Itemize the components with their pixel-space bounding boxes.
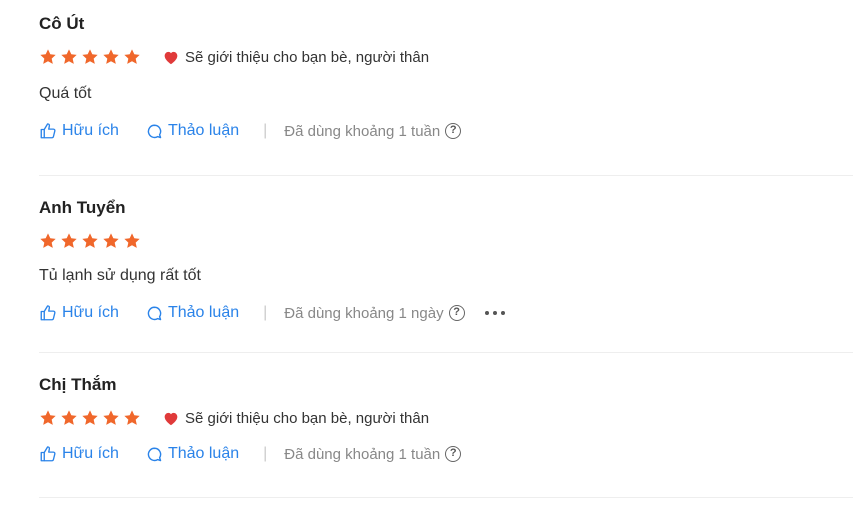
star-rating bbox=[39, 48, 141, 66]
heart-icon bbox=[164, 51, 178, 64]
helpful-label: Hữu ích bbox=[62, 122, 119, 139]
reviewer-name: Chị Thắm bbox=[39, 375, 117, 394]
review-header: Anh Tuyển bbox=[39, 196, 853, 220]
question-circle-icon[interactable]: ? bbox=[448, 305, 465, 321]
review-header: Chị Thắm bbox=[39, 373, 853, 397]
star-icon bbox=[103, 49, 119, 64]
question-circle-icon[interactable]: ? bbox=[445, 123, 462, 139]
star-icon bbox=[40, 233, 56, 248]
question-circle-icon[interactable]: ? bbox=[445, 446, 462, 462]
discuss-button[interactable]: Thảo luận bbox=[146, 445, 239, 463]
review-content: Quá tốt bbox=[39, 85, 92, 102]
review-item: Chị Thắm Sẽ giới thiệu cho bạn bè, người… bbox=[39, 373, 853, 465]
action-separator: | bbox=[263, 445, 268, 462]
recommend-text: Sẽ giới thiệu cho bạn bè, người thân bbox=[185, 409, 430, 427]
helpful-button[interactable]: Hữu ích bbox=[39, 304, 119, 322]
helpful-button[interactable]: Hữu ích bbox=[39, 445, 119, 463]
review-header: Cô Út bbox=[39, 12, 853, 36]
discuss-button[interactable]: Thảo luận bbox=[146, 122, 239, 140]
star-icon bbox=[82, 410, 98, 425]
usage-text: Đã dùng khoảng 1 tuần bbox=[284, 445, 441, 463]
more-options-icon[interactable] bbox=[484, 311, 505, 315]
usage-duration: Đã dùng khoảng 1 ngày ? bbox=[284, 304, 465, 322]
star-icon bbox=[82, 233, 98, 248]
usage-text: Đã dùng khoảng 1 ngày bbox=[284, 304, 444, 322]
review-divider bbox=[39, 352, 853, 353]
rating-row: Sẽ giới thiệu cho bạn bè, người thân bbox=[39, 46, 853, 68]
discuss-label: Thảo luận bbox=[167, 122, 240, 139]
reviewer-name: Anh Tuyển bbox=[39, 198, 126, 217]
star-icon bbox=[124, 49, 140, 64]
review-actions: Hữu ích Thảo luận | Đã dùng khoảng 1 tuầ… bbox=[39, 120, 853, 142]
rating-row: Sẽ giới thiệu cho bạn bè, người thân bbox=[39, 407, 853, 429]
recommend-tag: Sẽ giới thiệu cho bạn bè, người thân bbox=[163, 49, 429, 66]
star-icon bbox=[124, 410, 140, 425]
reviews-page: Cô Út Sẽ giới thiệu cho bạn bè, người th… bbox=[0, 0, 853, 521]
helpful-label: Hữu ích bbox=[62, 445, 119, 462]
review-actions: Hữu ích Thảo luận | Đã dùng khoảng 1 tuầ… bbox=[39, 443, 853, 465]
usage-text: Đã dùng khoảng 1 tuần bbox=[284, 122, 441, 140]
review-content: Tủ lạnh sử dụng rất tốt bbox=[39, 267, 201, 284]
thumbs-up-icon bbox=[40, 123, 56, 139]
rating-row bbox=[39, 230, 853, 252]
star-icon bbox=[61, 49, 77, 64]
star-icon bbox=[61, 233, 77, 248]
action-separator: | bbox=[263, 304, 268, 321]
usage-duration: Đã dùng khoảng 1 tuần ? bbox=[284, 122, 462, 140]
chat-bubble-icon bbox=[147, 306, 162, 320]
recommend-text: Sẽ giới thiệu cho bạn bè, người thân bbox=[185, 48, 430, 66]
discuss-button[interactable]: Thảo luận bbox=[146, 304, 239, 322]
reviewer-name: Cô Út bbox=[39, 14, 85, 33]
thumbs-up-icon bbox=[40, 446, 56, 462]
chat-bubble-icon bbox=[147, 124, 162, 138]
usage-duration: Đã dùng khoảng 1 tuần ? bbox=[284, 445, 462, 463]
star-rating bbox=[39, 232, 141, 250]
star-icon bbox=[61, 410, 77, 425]
review-item: Anh Tuyển Tủ lạnh sử dụng rất tốt Hữu íc… bbox=[39, 196, 853, 324]
discuss-label: Thảo luận bbox=[167, 304, 240, 321]
dot bbox=[500, 311, 505, 315]
heart-icon bbox=[164, 412, 178, 425]
helpful-button[interactable]: Hữu ích bbox=[39, 122, 119, 140]
chat-bubble-icon bbox=[147, 447, 162, 461]
thumbs-up-icon bbox=[40, 305, 56, 321]
review-item: Cô Út Sẽ giới thiệu cho bạn bè, người th… bbox=[39, 12, 853, 142]
star-icon bbox=[40, 49, 56, 64]
star-icon bbox=[40, 410, 56, 425]
action-separator: | bbox=[263, 122, 268, 139]
review-divider bbox=[39, 497, 853, 498]
star-rating bbox=[39, 409, 141, 427]
recommend-tag: Sẽ giới thiệu cho bạn bè, người thân bbox=[163, 410, 429, 427]
dot bbox=[484, 311, 489, 315]
helpful-label: Hữu ích bbox=[62, 304, 119, 321]
review-actions: Hữu ích Thảo luận | Đã dùng khoảng 1 ngà… bbox=[39, 302, 853, 324]
star-icon bbox=[124, 233, 140, 248]
review-divider bbox=[39, 175, 853, 176]
dot bbox=[492, 311, 497, 315]
star-icon bbox=[82, 49, 98, 64]
discuss-label: Thảo luận bbox=[167, 445, 240, 462]
star-icon bbox=[103, 410, 119, 425]
star-icon bbox=[103, 233, 119, 248]
